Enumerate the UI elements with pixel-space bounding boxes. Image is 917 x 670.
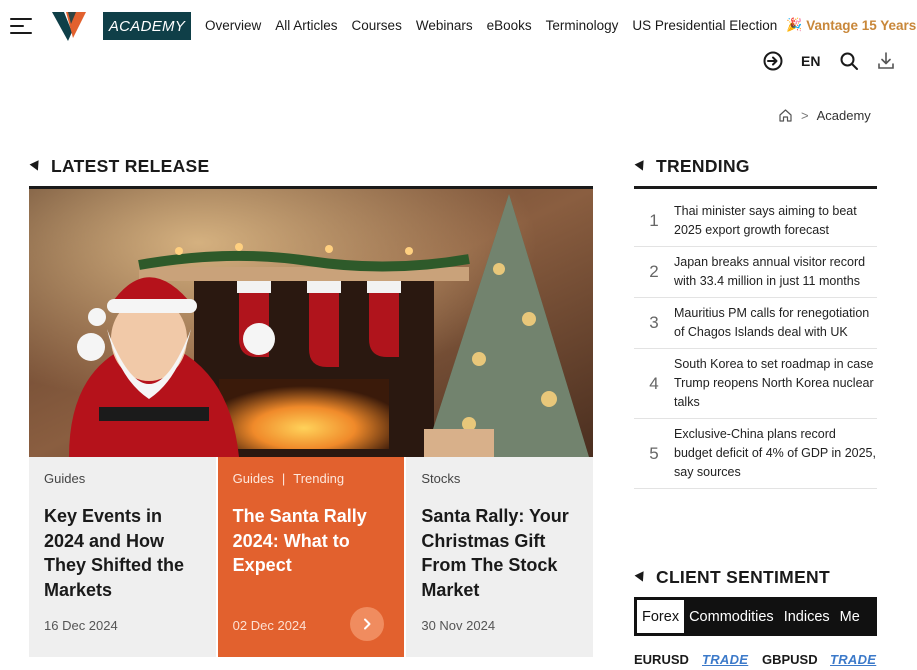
article-card-active[interactable]: Guides | Trending The Santa Rally 2024: … — [217, 457, 405, 657]
article-title[interactable]: The Santa Rally 2024: What to Expect — [233, 504, 390, 578]
nav-us-presidential-election[interactable]: US Presidential Election — [632, 18, 777, 33]
triangle-icon — [634, 160, 648, 173]
download-icon[interactable] — [875, 50, 897, 72]
trending-rank: 3 — [649, 313, 659, 332]
trending-item[interactable]: 5 Exclusive-China plans record budget de… — [634, 419, 877, 489]
utility-bar: EN — [0, 50, 917, 72]
pair-symbol: GBPUSD — [762, 652, 818, 667]
article-title[interactable]: Santa Rally: Your Christmas Gift From Th… — [421, 504, 578, 602]
triangle-icon — [634, 571, 648, 584]
trending-headline[interactable]: Mauritius PM calls for renegotiation of … — [674, 304, 877, 342]
chevron-right-icon — [364, 618, 371, 630]
nav-overview[interactable]: Overview — [205, 18, 261, 33]
main-nav: Overview All Articles Courses Webinars e… — [205, 18, 791, 33]
article-cards: Guides Key Events in 2024 and How They S… — [29, 457, 594, 657]
client-sentiment-title: CLIENT SENTIMENT — [656, 567, 830, 587]
nav-terminology[interactable]: Terminology — [546, 18, 619, 33]
trending-rank: 5 — [649, 443, 659, 463]
tab-indices[interactable]: Indices — [779, 600, 835, 633]
section-divider — [634, 186, 877, 189]
trending-item[interactable]: 1 Thai minister says aiming to beat 2025… — [634, 196, 877, 247]
article-title[interactable]: Key Events in 2024 and How They Shifted … — [44, 504, 201, 602]
category-label: Stocks — [421, 471, 461, 486]
trending-rank: 4 — [649, 373, 659, 393]
trending-item[interactable]: 2 Japan breaks annual visitor record wit… — [634, 247, 877, 298]
category-label: Guides — [232, 471, 274, 486]
anniversary-promo[interactable]: 🎉 Vantage 15 Years — [786, 17, 916, 33]
login-icon[interactable] — [762, 50, 784, 72]
trade-link[interactable]: TRADE — [830, 652, 876, 667]
sentiment-tabs: Forex Commodities Indices Me — [634, 597, 877, 636]
article-category: Guides — [44, 471, 201, 486]
vantage-logo[interactable] — [52, 10, 86, 42]
home-icon[interactable] — [778, 108, 793, 123]
nav-webinars[interactable]: Webinars — [416, 18, 473, 33]
featured-article-image[interactable] — [29, 189, 593, 457]
trending-title: TRENDING — [656, 156, 750, 176]
latest-release-title: LATEST RELEASE — [51, 156, 210, 176]
latest-release-heading: LATEST RELEASE — [29, 156, 210, 177]
article-date: 30 Nov 2024 — [421, 618, 496, 633]
article-date: 02 Dec 2024 — [232, 618, 307, 633]
trending-headline[interactable]: South Korea to set roadmap in case Trump… — [674, 355, 877, 412]
category-separator: | — [281, 471, 286, 486]
breadcrumb: > Academy — [778, 108, 871, 123]
article-card[interactable]: Guides Key Events in 2024 and How They S… — [29, 457, 216, 657]
nav-all-articles[interactable]: All Articles — [275, 18, 337, 33]
academy-badge[interactable]: ACADEMY — [103, 12, 191, 40]
trending-rank: 1 — [649, 211, 659, 230]
client-sentiment-heading: CLIENT SENTIMENT — [634, 567, 830, 588]
promo-label: Vantage 15 Years — [806, 17, 917, 33]
trending-heading: TRENDING — [634, 156, 750, 177]
tab-forex[interactable]: Forex — [637, 600, 685, 633]
article-category: Stocks — [421, 471, 578, 486]
trade-link[interactable]: TRADE — [702, 652, 762, 667]
breadcrumb-current[interactable]: Academy — [817, 108, 871, 123]
tab-commodities[interactable]: Commodities — [684, 600, 779, 633]
category-label: Guides — [44, 471, 86, 486]
nav-ebooks[interactable]: eBooks — [487, 18, 532, 33]
article-category: Guides | Trending — [233, 471, 390, 486]
article-card[interactable]: Stocks Santa Rally: Your Christmas Gift … — [406, 457, 594, 657]
language-selector[interactable]: EN — [801, 53, 820, 69]
next-article-button[interactable] — [350, 607, 385, 641]
search-icon[interactable] — [838, 50, 860, 72]
top-navigation: ACADEMY Overview All Articles Courses We… — [0, 0, 917, 52]
trending-rank: 2 — [649, 262, 659, 281]
santa-fireplace-image — [29, 189, 593, 457]
trending-headline[interactable]: Thai minister says aiming to beat 2025 e… — [674, 202, 877, 240]
triangle-icon — [29, 160, 43, 173]
trending-headline[interactable]: Exclusive-China plans record budget defi… — [674, 425, 877, 482]
menu-icon[interactable] — [10, 16, 32, 36]
trending-list: 1 Thai minister says aiming to beat 2025… — [634, 196, 877, 489]
trending-headline[interactable]: Japan breaks annual visitor record with … — [674, 253, 877, 291]
article-date: 16 Dec 2024 — [44, 618, 118, 633]
party-popper-icon: 🎉 — [786, 17, 803, 32]
breadcrumb-separator: > — [801, 108, 809, 123]
sentiment-pairs: EURUSD TRADE GBPUSD TRADE — [634, 652, 917, 667]
trending-item[interactable]: 4 South Korea to set roadmap in case Tru… — [634, 349, 877, 419]
trending-item[interactable]: 3 Mauritius PM calls for renegotiation o… — [634, 298, 877, 349]
nav-courses[interactable]: Courses — [352, 18, 402, 33]
category-label: Trending — [293, 471, 345, 486]
tab-more[interactable]: Me — [835, 600, 865, 633]
pair-symbol: EURUSD — [634, 652, 689, 667]
